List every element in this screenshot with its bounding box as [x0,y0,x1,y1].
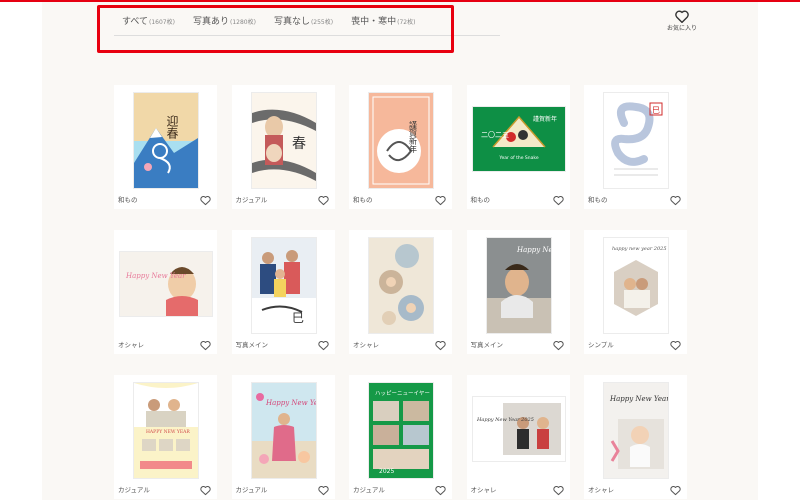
tab-with-photo[interactable]: 写真あり(1280枚) [193,14,256,27]
card-category: カジュアル [353,486,385,494]
template-card[interactable]: Happy New Year 写真メイン [466,230,570,354]
favorite-heart-icon[interactable] [317,336,329,351]
card-category: 写真メイン [235,341,269,349]
card-title-text: HAPPY NEW YEAR [146,429,190,435]
favorite-heart-icon[interactable] [670,481,681,496]
filter-tabs: すべて(1607枚) 写真あり(1280枚) 写真なし(255枚) 喪中・寒中(… [122,14,415,27]
card-thumbnail[interactable]: Happy New Year [604,383,668,478]
card-category: カジュアル [235,486,268,494]
favorite-heart-icon[interactable] [552,336,564,351]
favorite-heart-icon[interactable] [435,336,446,351]
card-thumbnail[interactable]: 二〇二五 Year of the Snake 謹賀新年 [472,107,565,171]
tab-count: (255枚) [310,19,334,26]
favorite-heart-icon[interactable] [200,191,211,206]
tab-label: 写真なし [273,17,310,27]
card-thumbnail[interactable]: Happy New Year [120,252,212,316]
card-title-text: Happy New Year [609,395,668,403]
card-year-text: 2025 [379,468,394,475]
card-thumbnail[interactable]: happy new year 2025 [604,238,668,333]
favorite-heart-icon[interactable] [552,191,564,206]
template-card[interactable]: 謹賀新年和もの [349,85,452,209]
template-catalog-page: すべて(1607枚) 写真あり(1280枚) 写真なし(255枚) 喪中・寒中(… [42,2,758,500]
card-thumbnail[interactable]: 巳 [251,238,316,333]
template-card[interactable]: 巳写真メイン [231,230,335,354]
favorite-heart-icon[interactable] [435,191,446,206]
card-title-text: happy new year 2025 [612,246,667,252]
favorite-heart-icon[interactable] [435,481,446,496]
favorites-button[interactable]: お気に入り [662,10,702,32]
card-title-text: 迎春 [165,115,179,140]
tab-label: 写真あり [192,17,229,27]
template-card[interactable]: 春カジュアル [231,85,335,209]
favorite-heart-icon[interactable] [552,481,564,496]
card-category: 和もの [353,196,373,204]
card-thumbnail[interactable]: 巳 [604,93,668,188]
card-category: 写真メイン [470,341,504,349]
template-card[interactable]: Happy New Year カジュアル [231,375,335,499]
tab-label: 喪中・寒中 [351,17,397,27]
card-title-text: ハッピーニューイヤー [375,390,430,397]
template-card[interactable]: HAPPY NEW YEAR カジュアル [114,375,217,499]
tab-count: (72枚) [397,19,416,26]
card-thumbnail[interactable]: 迎春 [134,93,198,188]
favorite-heart-icon[interactable] [670,336,681,351]
template-card[interactable]: Happy New Year オシャレ [584,375,687,499]
card-title-text: 巳 [652,106,660,115]
card-thumbnail[interactable]: 謹賀新年 [369,93,433,188]
card-title-text: 巳 [292,311,304,325]
card-title-text: Happy New Year [265,399,316,407]
card-thumbnail[interactable]: HAPPY NEW YEAR [134,383,198,478]
card-thumbnail[interactable]: Happy New Year [486,238,551,333]
favorite-heart-icon[interactable] [317,481,329,496]
card-thumbnail[interactable] [369,238,433,333]
card-title-text: 謹賀新年 [409,120,418,154]
card-title-text: Happy New Year [125,272,186,280]
card-category: オシャレ [353,341,379,349]
tab-all[interactable]: すべて(1607枚) [122,14,175,27]
tab-divider [114,35,500,36]
favorites-label: お気に入り [666,25,697,32]
template-card[interactable]: Happy New Year 2025 オシャレ [466,375,570,499]
card-thumbnail[interactable]: Happy New Year [251,383,316,478]
card-category: 和もの [470,196,491,204]
template-card[interactable]: happy new year 2025 シンプル [584,230,687,354]
card-category: 和もの [588,196,608,204]
card-category: オシャレ [118,341,144,349]
template-card[interactable]: Happy New Year オシャレ [114,230,217,354]
template-card[interactable]: 巳和もの [584,85,687,209]
tab-count: (1280枚) [229,19,256,26]
heart-icon [675,10,689,23]
card-title-text: 謹賀新年 [533,115,557,123]
card-category: オシャレ [588,486,614,494]
card-thumbnail[interactable]: 春 [251,93,316,188]
tab-mourning[interactable]: 喪中・寒中(72枚) [351,14,415,27]
card-year-text: 二〇二五 [481,131,509,139]
card-thumbnail[interactable]: Happy New Year 2025 [472,397,565,461]
card-category: カジュアル [118,486,150,494]
template-card[interactable]: ハッピーニューイヤー 2025 カジュアル [349,375,452,499]
card-category: シンプル [588,341,614,349]
tab-label: すべて [122,17,149,27]
favorite-heart-icon[interactable] [200,481,211,496]
card-title-text: 春 [292,136,306,152]
template-card[interactable]: 二〇二五 Year of the Snake 謹賀新年和もの [466,85,570,209]
card-thumbnail[interactable]: ハッピーニューイヤー 2025 [369,383,433,478]
card-title-text: Happy New Year [516,246,551,254]
card-category: オシャレ [470,486,497,494]
tab-count: (1607枚) [149,19,175,26]
template-card[interactable]: 迎春和もの [114,85,217,209]
card-title-text: Happy New Year 2025 [476,417,534,423]
favorite-heart-icon[interactable] [670,191,681,206]
tab-without-photo[interactable]: 写真なし(255枚) [274,14,333,27]
card-category: カジュアル [235,196,268,204]
card-category: 和もの [118,196,138,204]
template-card[interactable]: オシャレ [349,230,452,354]
card-subtitle-text: Year of the Snake [498,155,538,161]
highlight-box [97,5,454,53]
favorite-heart-icon[interactable] [200,336,211,351]
favorite-heart-icon[interactable] [317,191,329,206]
